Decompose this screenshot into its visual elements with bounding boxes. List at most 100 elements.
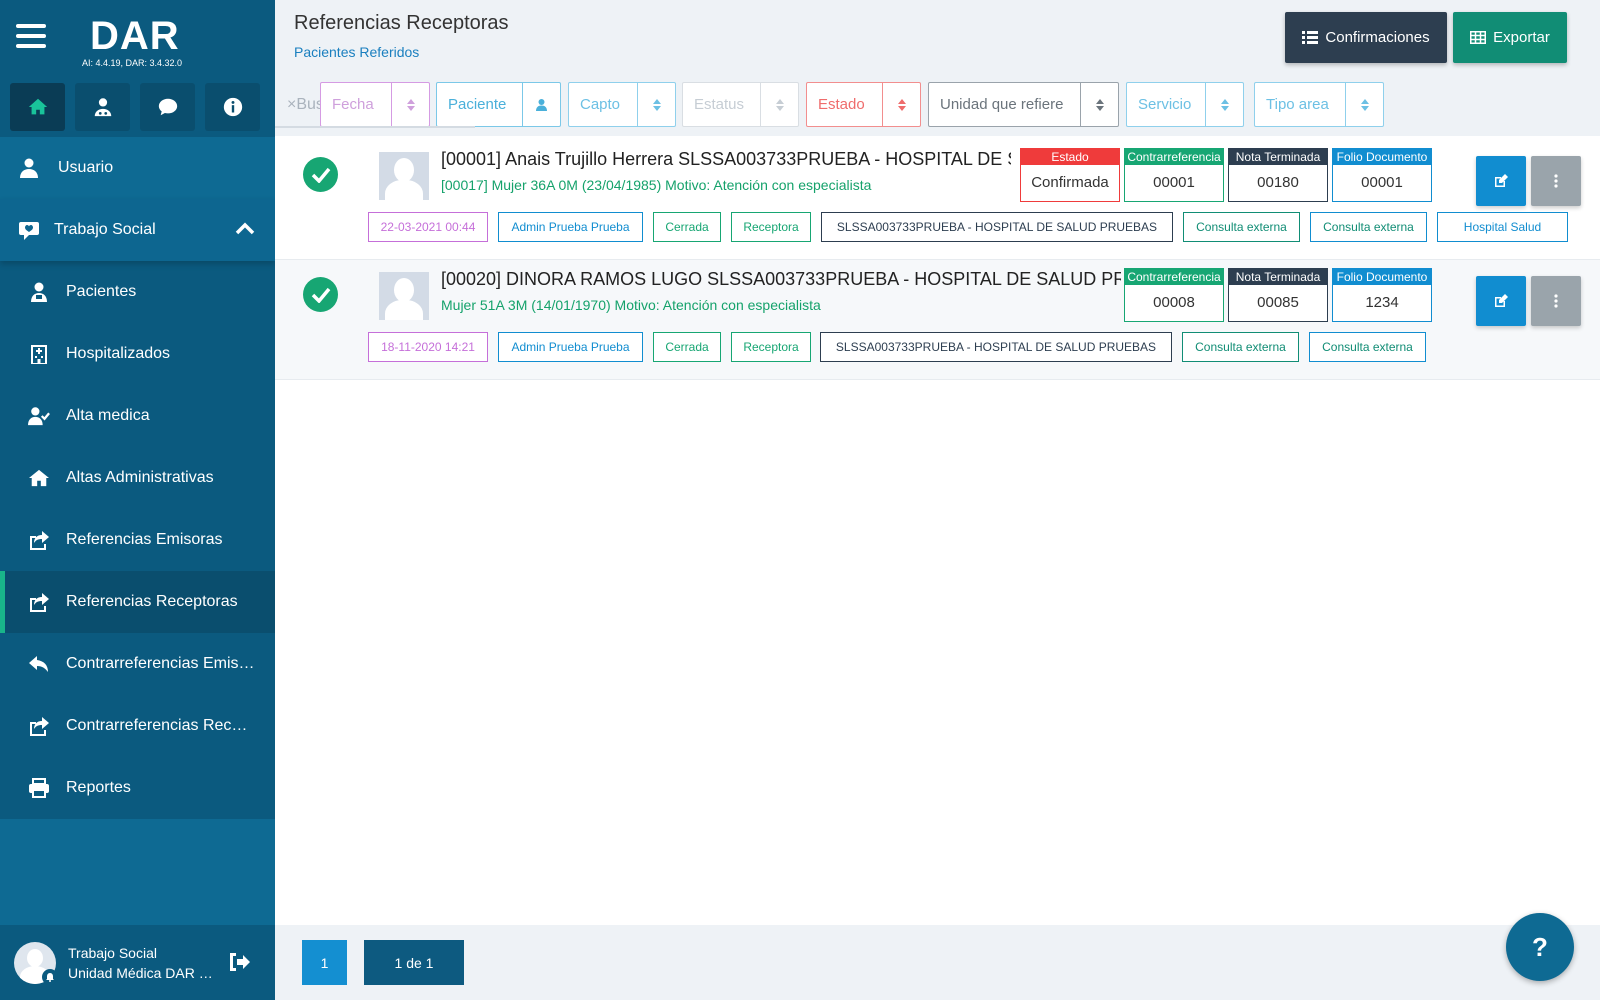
sidebar-item-alta-medica[interactable]: Alta medica <box>0 385 275 447</box>
more-options-button[interactable] <box>1531 156 1581 206</box>
filter-label: Servicio <box>1138 96 1192 113</box>
exportar-button[interactable]: Exportar <box>1453 12 1567 63</box>
nota-terminada-box: Nota Terminada 00085 <box>1228 268 1328 322</box>
filter-label: Fecha <box>332 96 374 113</box>
edit-button[interactable] <box>1476 276 1526 326</box>
edit-icon <box>1495 174 1508 187</box>
bell-icon[interactable] <box>42 969 58 985</box>
page-title: Referencias Receptoras <box>294 12 509 34</box>
patient-detail: Mujer 51A 3M (14/01/1970) Motivo: Atenci… <box>441 297 821 313</box>
nota-terminada-box: Nota Terminada 00180 <box>1228 148 1328 202</box>
quick-bar <box>0 75 275 137</box>
hospital-icon <box>28 343 50 365</box>
sidebar-item-label: Referencias Receptoras <box>66 593 238 610</box>
filter-fecha[interactable]: Fecha <box>320 82 430 127</box>
footer-user-info: Trabajo Social Unidad Médica DAR Pruebas <box>68 943 213 983</box>
doctor-button[interactable] <box>75 83 130 131</box>
patient-name[interactable]: [00020] DINORA RAMOS LUGO SLSSA003733PRU… <box>441 269 1121 290</box>
tag-tipo: Receptora <box>731 212 811 242</box>
kv-value: 00008 <box>1153 294 1195 311</box>
sidebar-item-label: Usuario <box>58 159 114 176</box>
more-vertical-icon <box>1554 174 1558 188</box>
page-subtitle[interactable]: Pacientes Referidos <box>294 44 419 60</box>
tag-capto: Admin Prueba Prueba <box>498 332 643 362</box>
filter-capto[interactable]: Capto <box>568 82 676 127</box>
chat-button[interactable] <box>140 83 195 131</box>
check-circle-icon <box>303 157 338 192</box>
estado-box: Estado Confirmada <box>1020 148 1120 202</box>
sidebar-item-referencias-emisoras[interactable]: Referencias Emisoras <box>0 509 275 571</box>
kv-label: Contrarreferencia <box>1125 269 1223 285</box>
kv-value: 00001 <box>1361 174 1403 191</box>
tag-estatus: Cerrada <box>653 332 721 362</box>
menu-icon[interactable] <box>16 24 46 48</box>
more-options-button[interactable] <box>1531 276 1581 326</box>
folio-documento-box: Folio Documento 00001 <box>1332 148 1432 202</box>
sort-icon <box>1080 83 1118 126</box>
sidebar-subnav: Pacientes Hospitalizados Alta medica Alt… <box>0 261 275 819</box>
edit-button[interactable] <box>1476 156 1526 206</box>
kv-value: 1234 <box>1365 294 1399 311</box>
info-icon <box>223 97 242 117</box>
print-icon <box>28 777 50 799</box>
filter-estado[interactable]: Estado <box>806 82 921 127</box>
sidebar-item-altas-administrativas[interactable]: Altas Administrativas <box>0 447 275 509</box>
filter-tipo-area[interactable]: Tipo area <box>1254 82 1384 127</box>
sidebar-item-label: Reportes <box>66 779 131 796</box>
tag-hospital: Hospital Salud <box>1437 212 1568 242</box>
tag-capto: Admin Prueba Prueba <box>498 212 643 242</box>
filter-paciente[interactable]: Paciente <box>436 82 561 127</box>
sidebar-item-referencias-receptoras[interactable]: Referencias Receptoras <box>0 571 275 633</box>
sidebar-item-reportes[interactable]: Reportes <box>0 757 275 819</box>
list-item[interactable]: [00001] Anais Trujillo Herrera SLSSA0037… <box>275 140 1600 260</box>
filter-label: Unidad que refiere <box>940 96 1064 113</box>
page-info: 1 de 1 <box>364 940 464 985</box>
tag-estatus: Cerrada <box>653 212 721 242</box>
footer-role: Trabajo Social <box>68 944 157 961</box>
confirmaciones-button[interactable]: Confirmaciones <box>1285 12 1447 63</box>
sidebar-item-pacientes[interactable]: Pacientes <box>0 261 275 323</box>
kv-label: Contrarreferencia <box>1125 149 1223 165</box>
help-button[interactable]: ? <box>1506 913 1574 981</box>
sidebar: DAR AI: 4.4.19, DAR: 3.4.32.0 Usuario Tr… <box>0 0 275 1000</box>
sidebar-item-label: Contrarreferencias Receptoras <box>66 717 256 734</box>
page-button[interactable]: 1 <box>302 940 347 985</box>
sort-icon <box>1205 83 1243 126</box>
patient-name[interactable]: [00001] Anais Trujillo Herrera SLSSA0037… <box>441 149 1011 170</box>
doctor-icon <box>94 98 111 117</box>
table-icon <box>1470 31 1487 44</box>
footer-unit: Unidad Médica DAR Pruebas <box>68 964 213 981</box>
sort-icon <box>637 83 675 126</box>
contrarreferencia-box: Contrarreferencia 00001 <box>1124 148 1224 202</box>
patient-detail: [00017] Mujer 36A 0M (23/04/1985) Motivo… <box>441 177 872 193</box>
sidebar-footer: Trabajo Social Unidad Médica DAR Pruebas <box>0 925 275 1000</box>
filter-estatus[interactable]: Estatus <box>682 82 799 127</box>
sidebar-item-contrarreferencias-receptoras[interactable]: Contrarreferencias Receptoras <box>0 695 275 757</box>
tag-unidad: SLSSA003733PRUEBA - HOSPITAL DE SALUD PR… <box>821 212 1173 242</box>
sidebar-item-usuario[interactable]: Usuario <box>0 137 275 199</box>
pagination: 1 1 de 1 <box>275 925 1600 1000</box>
logout-icon[interactable] <box>227 951 251 973</box>
filter-servicio[interactable]: Servicio <box>1126 82 1244 127</box>
home-icon <box>28 467 50 489</box>
home-button[interactable] <box>10 83 65 131</box>
sidebar-group-trabajo-social[interactable]: Trabajo Social <box>0 199 275 261</box>
info-button[interactable] <box>205 83 260 131</box>
check-circle-icon <box>303 277 338 312</box>
list-item[interactable]: [00020] DINORA RAMOS LUGO SLSSA003733PRU… <box>275 260 1600 380</box>
patient-icon <box>522 83 560 126</box>
sort-icon <box>391 83 429 126</box>
main-content: Referencias Receptoras Pacientes Referid… <box>275 0 1600 1000</box>
sidebar-item-hospitalizados[interactable]: Hospitalizados <box>0 323 275 385</box>
sort-icon <box>760 83 798 126</box>
edit-icon <box>1495 294 1508 307</box>
kv-label: Estado <box>1021 149 1119 165</box>
search-underline <box>275 126 475 128</box>
patient-avatar <box>379 272 429 320</box>
kv-value: 00180 <box>1257 174 1299 191</box>
reply-icon <box>28 653 50 675</box>
filter-unidad-que-refiere[interactable]: Unidad que refiere <box>928 82 1119 127</box>
sidebar-item-contrarreferencias-emisoras[interactable]: Contrarreferencias Emisoras <box>0 633 275 695</box>
sidebar-item-label: Alta medica <box>66 407 150 424</box>
filter-label: Tipo area <box>1266 96 1329 113</box>
